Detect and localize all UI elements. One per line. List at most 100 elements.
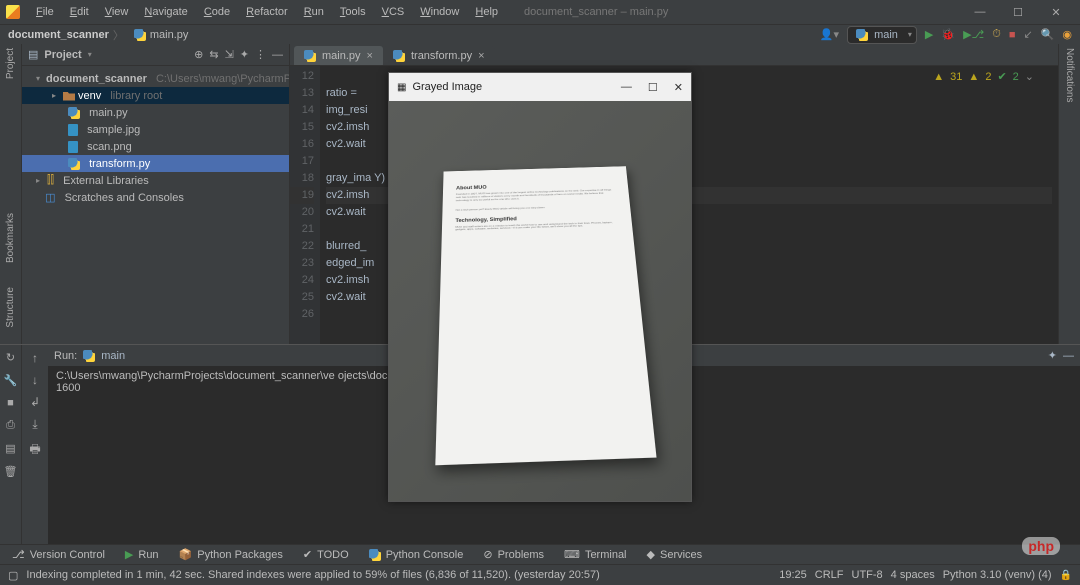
- search-everywhere-icon[interactable]: 🔍: [1041, 28, 1055, 41]
- stop-button-icon[interactable]: ■: [1009, 29, 1016, 41]
- right-tool-strip: Notifications: [1058, 44, 1080, 344]
- breadcrumb-file[interactable]: main.py: [134, 29, 189, 41]
- tree-venv[interactable]: ▸ venv library root: [22, 87, 289, 104]
- menu-window[interactable]: Window: [414, 3, 465, 21]
- profile-icon[interactable]: ⏱: [992, 28, 1001, 41]
- close-tab-icon[interactable]: ×: [478, 50, 484, 62]
- readonly-lock-icon[interactable]: 🔒: [1060, 570, 1072, 581]
- structure-tool-tab[interactable]: Structure: [5, 287, 16, 328]
- git-update-icon[interactable]: ↙: [1023, 28, 1032, 41]
- tree-scratches[interactable]: ◫ Scratches and Consoles: [22, 189, 289, 206]
- run-coverage-icon[interactable]: ▶⎇: [963, 28, 984, 41]
- layout-icon[interactable]: ▤: [5, 442, 15, 455]
- editor-tab-transform[interactable]: transform.py ×: [383, 46, 495, 65]
- close-tab-icon[interactable]: ×: [367, 50, 373, 62]
- bookmarks-tool-tab[interactable]: Bookmarks: [5, 213, 16, 263]
- tab-version-control[interactable]: ⎇Version Control: [4, 546, 113, 563]
- tab-terminal[interactable]: ⌨Terminal: [556, 546, 634, 563]
- hide-panel-icon[interactable]: —: [1063, 350, 1074, 362]
- notifications-tool-tab[interactable]: Notifications: [1064, 48, 1075, 102]
- popup-image-content: About MUO Founded in 2007, MUO has grown…: [389, 101, 691, 501]
- menu-vcs[interactable]: VCS: [376, 3, 411, 21]
- tab-python-packages[interactable]: 📦Python Packages: [171, 546, 291, 563]
- services-icon: ◆: [647, 548, 655, 561]
- caret-position[interactable]: 19:25: [779, 569, 807, 581]
- tree-file-scan[interactable]: scan.png: [22, 138, 289, 155]
- project-tree[interactable]: ▾ document_scanner C:\Users\mwang\Pychar…: [22, 66, 289, 210]
- chevron-down-icon[interactable]: ⌄: [1025, 70, 1034, 83]
- menu-code[interactable]: Code: [198, 3, 236, 21]
- navigation-bar: document_scanner 〉 main.py 👤▾ main ▶ 🐞 ▶…: [0, 24, 1080, 44]
- popup-titlebar[interactable]: ▦ Grayed Image — ☐ ✕: [389, 73, 691, 101]
- popup-maximize-button[interactable]: ☐: [648, 81, 658, 94]
- main-menu[interactable]: File Edit View Navigate Code Refactor Ru…: [30, 3, 504, 21]
- problems-icon: ⊘: [483, 548, 492, 561]
- rerun-icon[interactable]: ↻: [6, 351, 15, 364]
- pin-icon[interactable]: 🗑: [4, 465, 18, 478]
- select-opened-file-icon[interactable]: ⊕: [194, 48, 203, 61]
- close-button[interactable]: ✕: [1038, 3, 1074, 22]
- show-settings-icon[interactable]: 🔧: [4, 374, 18, 387]
- chevron-down-icon[interactable]: ▾: [36, 74, 40, 83]
- tab-python-console[interactable]: Python Console: [361, 547, 472, 563]
- chevron-right-icon[interactable]: ▸: [52, 91, 60, 100]
- project-panel-title[interactable]: Project: [44, 49, 81, 61]
- panel-settings-icon[interactable]: ✦: [1048, 349, 1057, 362]
- ok-icon[interactable]: ✔: [997, 70, 1006, 83]
- menu-edit[interactable]: Edit: [64, 3, 95, 21]
- chevron-right-icon[interactable]: ▸: [36, 176, 44, 185]
- dropdown-icon[interactable]: ▾: [88, 50, 92, 59]
- breadcrumb-project[interactable]: document_scanner: [8, 29, 109, 41]
- soft-wrap-icon[interactable]: ↲: [30, 395, 40, 409]
- print-icon[interactable]: 🖶: [29, 440, 40, 461]
- warning-icon[interactable]: ▲: [968, 71, 979, 83]
- popup-close-button[interactable]: ✕: [674, 81, 683, 94]
- run-config-selector[interactable]: main: [847, 26, 917, 44]
- tab-problems[interactable]: ⊘Problems: [475, 546, 552, 563]
- tree-file-main[interactable]: main.py: [22, 104, 289, 121]
- menu-run[interactable]: Run: [298, 3, 330, 21]
- panel-options-icon[interactable]: ⋮: [255, 48, 266, 61]
- menu-view[interactable]: View: [99, 3, 135, 21]
- editor-tab-main[interactable]: main.py ×: [294, 46, 383, 65]
- collapse-all-icon[interactable]: ⇲: [225, 48, 234, 61]
- grayed-image-window[interactable]: ▦ Grayed Image — ☐ ✕ About MUO Founded i…: [388, 72, 692, 502]
- scroll-end-icon[interactable]: ⤓: [32, 417, 37, 432]
- hide-panel-icon[interactable]: —: [272, 49, 283, 61]
- panel-settings-icon[interactable]: ✦: [240, 48, 249, 61]
- menu-help[interactable]: Help: [469, 3, 504, 21]
- tab-run[interactable]: ▶Run: [117, 546, 167, 563]
- tree-file-transform[interactable]: transform.py: [22, 155, 289, 172]
- file-encoding[interactable]: UTF-8: [852, 569, 883, 581]
- ide-settings-bulb-icon[interactable]: ◉: [1062, 28, 1072, 41]
- minimize-button[interactable]: —: [962, 3, 998, 22]
- interpreter-info[interactable]: Python 3.10 (venv) (4): [943, 569, 1052, 581]
- run-button-icon[interactable]: ▶: [925, 28, 933, 41]
- inspection-bar[interactable]: ▲31 ▲2 ✔2 ⌄: [933, 70, 1034, 83]
- tree-external-libraries[interactable]: ▸⫿⫿ External Libraries: [22, 172, 289, 189]
- debug-button-icon[interactable]: 🐞: [941, 28, 955, 41]
- menu-navigate[interactable]: Navigate: [138, 3, 193, 21]
- line-separator[interactable]: CRLF: [815, 569, 844, 581]
- popup-title: Grayed Image: [412, 81, 482, 93]
- up-icon[interactable]: ↑: [32, 351, 38, 365]
- menu-refactor[interactable]: Refactor: [240, 3, 294, 21]
- indent-info[interactable]: 4 spaces: [891, 569, 935, 581]
- menu-file[interactable]: File: [30, 3, 60, 21]
- popup-minimize-button[interactable]: —: [621, 81, 632, 94]
- stop-icon[interactable]: ■: [7, 397, 14, 409]
- expand-all-icon[interactable]: ⇆: [209, 48, 218, 61]
- tree-root[interactable]: ▾ document_scanner C:\Users\mwang\Pychar…: [22, 70, 289, 87]
- down-icon[interactable]: ↓: [32, 373, 38, 387]
- menu-tools[interactable]: Tools: [334, 3, 372, 21]
- error-icon[interactable]: ▲: [933, 71, 944, 83]
- tab-todo[interactable]: ✔TODO: [295, 546, 357, 563]
- run-config-label: main: [101, 350, 125, 362]
- tab-services[interactable]: ◆Services: [639, 546, 711, 563]
- dump-threads-icon[interactable]: ⎙: [6, 419, 15, 432]
- maximize-button[interactable]: ☐: [1000, 3, 1036, 22]
- tree-file-sample[interactable]: sample.jpg: [22, 121, 289, 138]
- add-user-icon[interactable]: 👤▾: [820, 28, 839, 41]
- project-tool-tab[interactable]: Project: [5, 48, 16, 79]
- status-tool-window-icon[interactable]: ▢: [8, 569, 18, 582]
